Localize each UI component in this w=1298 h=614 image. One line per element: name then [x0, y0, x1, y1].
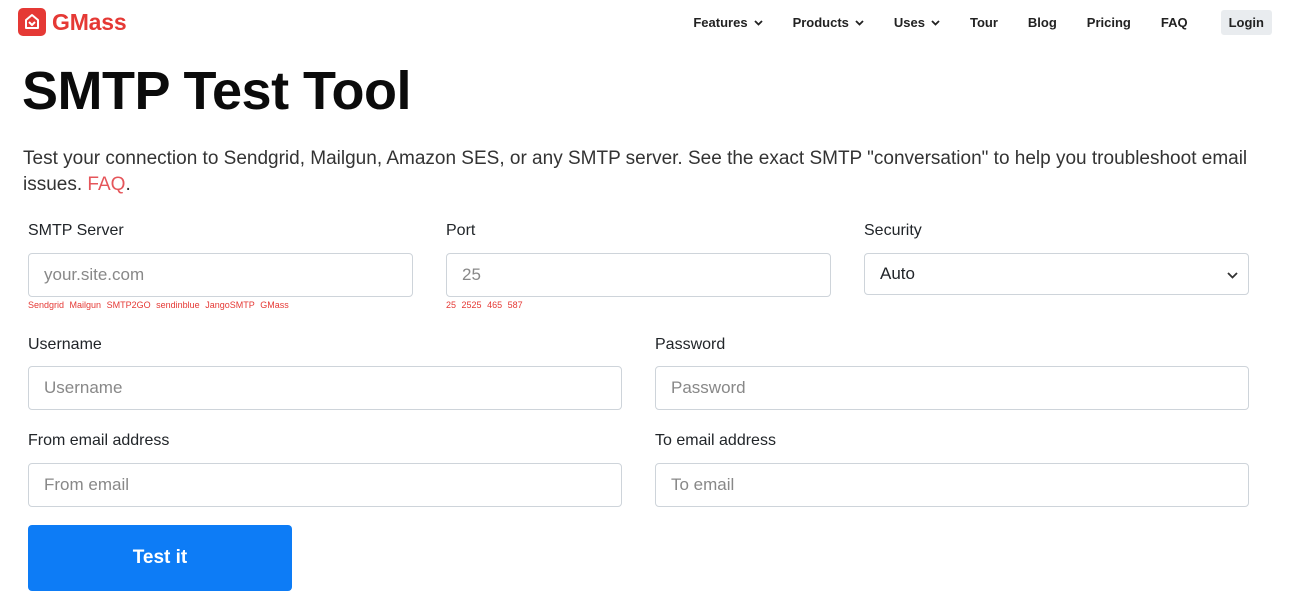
- suggestion-smtp2go[interactable]: SMTP2GO: [107, 300, 151, 310]
- nav-item-label: Products: [792, 15, 849, 30]
- intro-end: .: [125, 174, 131, 195]
- test-it-button[interactable]: Test it: [28, 525, 292, 591]
- password-label: Password: [655, 336, 726, 353]
- port-field: Port 25 2525 465 587: [446, 220, 831, 310]
- password-field: Password: [655, 334, 1249, 410]
- chevron-down-icon: [753, 19, 763, 26]
- username-field: Username: [28, 334, 622, 410]
- suggestion-port-25[interactable]: 25: [446, 300, 456, 310]
- nav-item-label: Pricing: [1086, 15, 1131, 30]
- nav-item-faq[interactable]: FAQ: [1161, 15, 1188, 30]
- security-label: Security: [864, 222, 922, 239]
- gmass-logo-icon: [18, 8, 46, 36]
- suggestion-port-587[interactable]: 587: [508, 300, 523, 310]
- suggestion-sendgrid[interactable]: Sendgrid: [28, 300, 64, 310]
- port-label: Port: [446, 222, 476, 239]
- smtp-server-field: SMTP Server Sendgrid Mailgun SMTP2GO sen…: [28, 220, 413, 310]
- suggestion-gmass[interactable]: GMass: [260, 300, 289, 310]
- nav-item-label: Blog: [1027, 15, 1057, 30]
- username-input[interactable]: [28, 366, 622, 410]
- to-email-label: To email address: [655, 432, 776, 449]
- chevron-down-icon: [855, 19, 864, 26]
- main-nav: Features Products Uses Tour Blog Pricing…: [693, 10, 1272, 35]
- port-suggestions: 25 2525 465 587: [446, 300, 526, 310]
- suggestion-jangosmtp[interactable]: JangoSMTP: [205, 300, 255, 310]
- login-button[interactable]: Login: [1220, 10, 1272, 35]
- smtp-server-label: SMTP Server: [28, 222, 124, 239]
- chevron-down-icon: [1227, 264, 1238, 284]
- suggestion-mailgun[interactable]: Mailgun: [70, 300, 102, 310]
- to-email-field: To email address: [655, 430, 1249, 507]
- username-label: Username: [28, 336, 102, 353]
- suggestion-sendinblue[interactable]: sendinblue: [156, 300, 200, 310]
- suggestion-port-2525[interactable]: 2525: [462, 300, 482, 310]
- nav-item-products[interactable]: Products: [793, 15, 864, 30]
- suggestion-port-465[interactable]: 465: [487, 300, 502, 310]
- nav-item-features[interactable]: Features: [693, 15, 763, 30]
- from-email-input[interactable]: [28, 463, 622, 507]
- to-email-input[interactable]: [655, 463, 1249, 507]
- faq-link[interactable]: FAQ: [87, 174, 125, 195]
- nav-item-uses[interactable]: Uses: [894, 15, 940, 30]
- nav-item-label: Features: [693, 15, 748, 30]
- from-email-label: From email address: [28, 432, 170, 449]
- from-email-field: From email address: [28, 430, 622, 507]
- nav-item-label: Tour: [969, 15, 998, 30]
- security-select[interactable]: Auto: [864, 253, 1249, 295]
- nav-item-label: FAQ: [1160, 15, 1188, 30]
- nav-item-tour[interactable]: Tour: [970, 15, 998, 30]
- page-title: SMTP Test Tool: [22, 61, 412, 121]
- chevron-down-icon: [931, 19, 940, 26]
- nav-item-label: Uses: [893, 15, 925, 30]
- password-input[interactable]: [655, 366, 1249, 410]
- security-field: Security Auto: [864, 220, 1249, 295]
- smtp-server-input[interactable]: [28, 253, 413, 297]
- intro-text: Test your connection to Sendgrid, Mailgu…: [23, 146, 1283, 198]
- port-input[interactable]: [446, 253, 831, 297]
- nav-item-pricing[interactable]: Pricing: [1087, 15, 1131, 30]
- security-selected-value: Auto: [880, 264, 915, 283]
- intro-body: Test your connection to Sendgrid, Mailgu…: [23, 148, 1248, 195]
- nav-item-blog[interactable]: Blog: [1028, 15, 1057, 30]
- smtp-server-suggestions: Sendgrid Mailgun SMTP2GO sendinblue Jang…: [28, 300, 292, 310]
- brand-name: GMass: [52, 8, 127, 35]
- gmass-logo[interactable]: GMass: [18, 8, 127, 36]
